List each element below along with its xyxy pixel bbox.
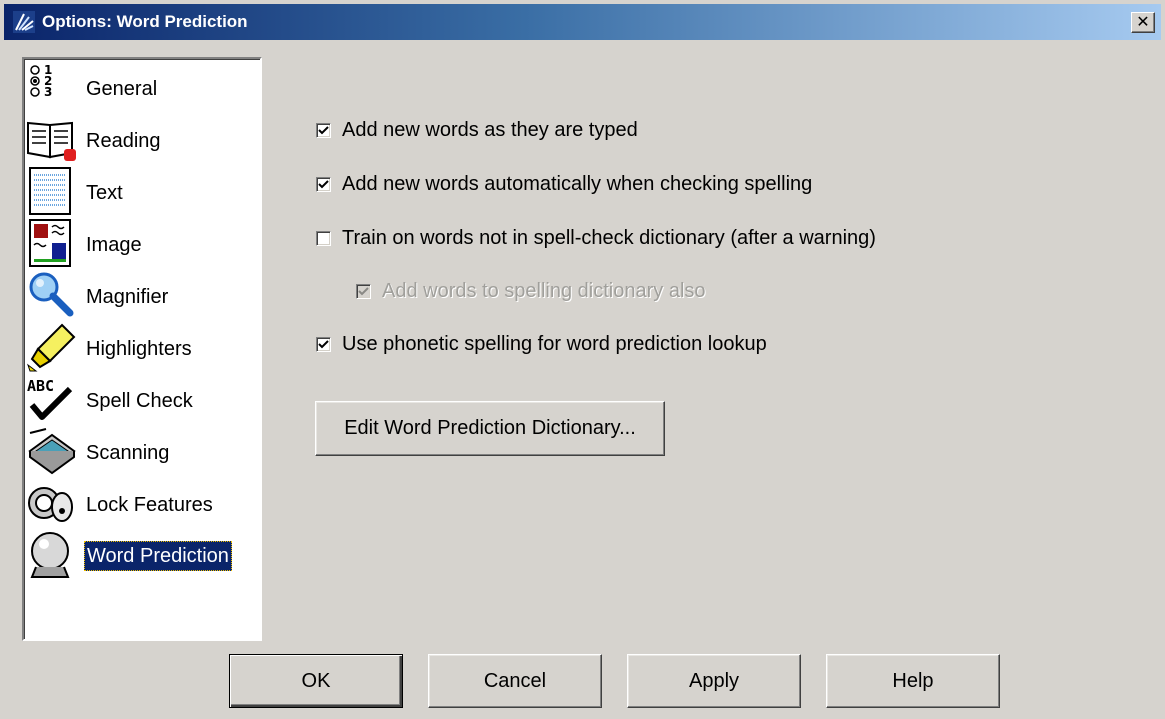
checkbox-box[interactable]: [316, 337, 331, 352]
checkbox-box[interactable]: [316, 123, 331, 138]
button-label: Apply: [688, 670, 740, 692]
checkmark-icon: [358, 287, 369, 296]
button-label: Cancel: [483, 670, 547, 692]
sidebar-item-magnifier[interactable]: Magnifier: [24, 269, 260, 321]
option-label: Add words to spelling dictionary also: [382, 280, 706, 302]
highlighter-icon: [27, 323, 76, 372]
edit-dictionary-button[interactable]: Edit Word Prediction Dictionary...: [315, 401, 665, 456]
sidebar-item-label: Word Prediction: [84, 541, 232, 571]
lock-features-icon: [28, 487, 73, 522]
button-label: OK: [301, 670, 331, 692]
option-label: Add new words automatically when checkin…: [342, 173, 813, 195]
scanner-icon: [28, 428, 76, 475]
cancel-button[interactable]: Cancel: [428, 654, 602, 708]
sidebar-item-spell-check[interactable]: ABC Spell Check: [24, 373, 260, 425]
spell-check-icon: ABC: [27, 377, 73, 420]
sidebar-item-text[interactable]: Text: [24, 165, 260, 217]
close-icon: ✕: [1136, 14, 1150, 31]
sidebar-item-general[interactable]: 1 2 3 General: [24, 61, 260, 113]
options-dialog: Options: Word Prediction ✕ 1 2 3 General: [0, 0, 1165, 719]
checkbox-box[interactable]: [316, 231, 331, 246]
option-label: Use phonetic spelling for word predictio…: [342, 333, 767, 355]
ok-button[interactable]: OK: [229, 654, 403, 708]
button-label: Edit Word Prediction Dictionary...: [344, 417, 636, 439]
button-label: Help: [892, 670, 934, 692]
apply-button[interactable]: Apply: [627, 654, 801, 708]
sidebar-item-label: Highlighters: [86, 338, 192, 360]
sidebar-item-image[interactable]: Image: [24, 217, 260, 269]
sidebar-item-label: Image: [86, 234, 142, 256]
option-label: Add new words as they are typed: [342, 119, 638, 141]
sidebar-item-label: Lock Features: [86, 494, 213, 516]
crystal-ball-icon: [30, 532, 70, 578]
app-icon: [13, 11, 35, 33]
general-options-icon: 1 2 3: [30, 63, 52, 99]
sidebar-item-label: Text: [86, 182, 123, 204]
checkbox-box[interactable]: [316, 177, 331, 192]
title-bar[interactable]: Options: Word Prediction ✕: [4, 4, 1161, 40]
sidebar-item-label: Reading: [86, 130, 161, 152]
image-page-icon: [29, 219, 71, 267]
sidebar-item-scanning[interactable]: Scanning: [24, 425, 260, 477]
sidebar-item-label: Spell Check: [86, 390, 193, 412]
sidebar-item-lock-features[interactable]: Lock Features: [24, 477, 260, 529]
checkmark-icon: [318, 340, 329, 349]
help-button[interactable]: Help: [826, 654, 1000, 708]
sidebar-item-label: General: [86, 78, 158, 100]
option-label: Train on words not in spell-check dictio…: [342, 227, 876, 249]
checkmark-icon: [318, 180, 329, 189]
sidebar-item-reading[interactable]: Reading: [24, 113, 260, 165]
checkbox-box[interactable]: [356, 284, 371, 299]
checkmark-icon: [318, 126, 329, 135]
text-page-icon: [29, 167, 71, 215]
svg-text:ABC: ABC: [27, 377, 54, 395]
magnifier-icon: [29, 272, 74, 317]
sidebar-item-label: Scanning: [86, 442, 170, 464]
svg-text:3: 3: [44, 85, 52, 99]
close-button[interactable]: ✕: [1131, 12, 1155, 33]
sidebar-item-label: Magnifier: [86, 286, 169, 308]
book-icon: [27, 121, 76, 161]
sidebar-item-word-prediction[interactable]: Word Prediction: [24, 529, 260, 581]
window-title: Options: Word Prediction: [42, 12, 248, 31]
sidebar-item-highlighters[interactable]: Highlighters: [24, 321, 260, 373]
category-list[interactable]: 1 2 3 General Reading Text Image Magnifi…: [22, 57, 262, 641]
